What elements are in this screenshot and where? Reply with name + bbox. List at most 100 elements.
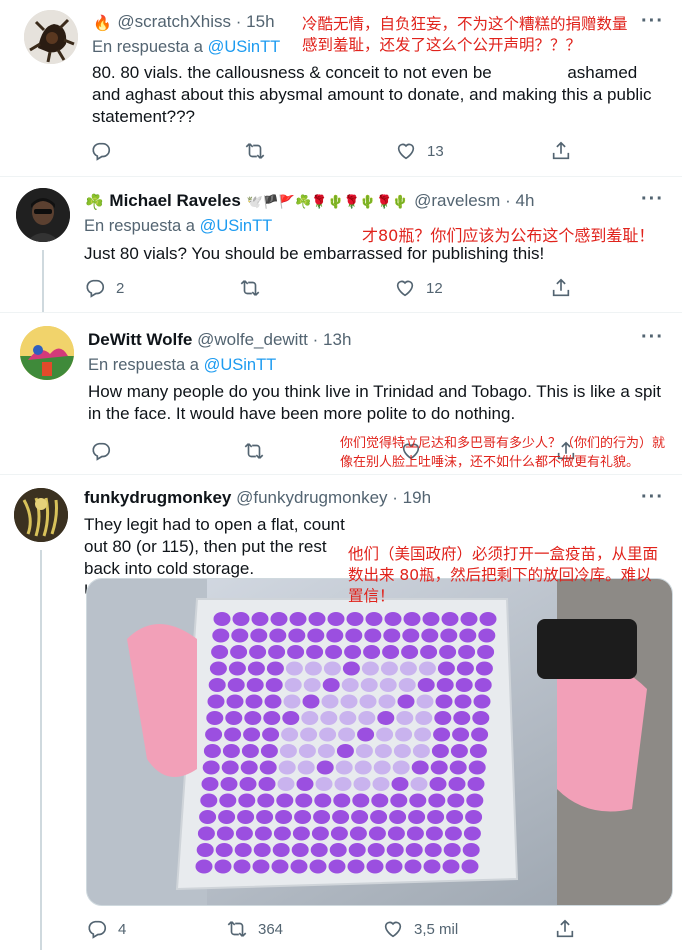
avatar[interactable]: [14, 488, 68, 542]
vial-cap: [327, 612, 345, 626]
avatar[interactable]: [24, 10, 78, 64]
timestamp[interactable]: 15h: [246, 12, 274, 31]
share-button[interactable]: [550, 140, 572, 162]
shamrock-emoji-icon: ☘️: [85, 193, 104, 211]
vial-cap: [429, 777, 447, 791]
fire-emoji-icon: 🔥: [93, 14, 112, 32]
like-count: 12: [426, 279, 443, 297]
tweet-text: Just 80 vials? You should be embarrassed…: [84, 244, 545, 263]
reply-button[interactable]: 4: [86, 918, 126, 940]
more-options-icon[interactable]: ···: [641, 10, 664, 33]
vial-cap: [268, 645, 286, 659]
vial-cap: [200, 793, 218, 808]
vial-cap: [285, 661, 303, 676]
timestamp[interactable]: 4h: [515, 191, 534, 210]
display-name[interactable]: funkydrugmonkey: [84, 488, 231, 507]
vial-cap: [422, 612, 440, 626]
vial-cap: [390, 793, 408, 808]
retweet-button[interactable]: [239, 277, 271, 299]
vial-cap: [450, 744, 468, 758]
vial-cap: [233, 859, 251, 874]
vial-cap: [202, 760, 220, 775]
vial-cap: [264, 694, 282, 709]
like-button[interactable]: 13: [395, 140, 444, 162]
vial-cap: [428, 793, 446, 808]
vial-cap: [395, 727, 413, 742]
vial-cap: [466, 793, 484, 808]
timestamp[interactable]: 13h: [323, 330, 351, 349]
vial-cap: [397, 694, 415, 709]
tweet[interactable]: 🔥 @scratchXhiss · 15h ··· En respuesta a…: [0, 0, 682, 177]
reply-button[interactable]: [90, 140, 122, 162]
vial-cap: [433, 727, 451, 742]
vial-cap: [235, 826, 253, 841]
vial-cap: [313, 810, 331, 824]
tweet[interactable]: ☘️ Michael Raveles 🕊️🏴🚩☘️🌹🌵🌹🌵🌹🌵 @raveles…: [0, 176, 682, 313]
vial-cap: [209, 661, 227, 676]
reply-button[interactable]: 2: [84, 277, 124, 299]
vial-cap: [279, 744, 297, 758]
more-options-icon[interactable]: ···: [641, 326, 664, 349]
vial-cap: [392, 760, 410, 775]
reply-button[interactable]: [90, 440, 122, 462]
tweet[interactable]: DeWitt Wolfe @wolfe_dewitt · 13h ··· En …: [0, 312, 682, 475]
vial-cap: [196, 843, 214, 857]
vial-cap: [227, 678, 245, 692]
user-handle[interactable]: @ravelesm: [414, 191, 500, 210]
like-button[interactable]: 12: [394, 277, 443, 299]
retweet-button[interactable]: 364: [226, 918, 283, 940]
share-button[interactable]: [550, 277, 572, 299]
vial-cap: [346, 612, 364, 626]
user-handle[interactable]: @scratchXhiss: [117, 12, 231, 31]
user-handle[interactable]: @wolfe_dewitt: [197, 330, 308, 349]
display-name[interactable]: DeWitt Wolfe: [88, 330, 192, 349]
vial-cap: [234, 843, 252, 857]
vial-cap: [311, 826, 329, 841]
vial-cap: [405, 843, 423, 857]
avatar[interactable]: [16, 188, 70, 242]
vial-cap: [380, 661, 398, 676]
user-handle[interactable]: @funkydrugmonkey: [236, 488, 387, 507]
vial-cap: [452, 727, 470, 742]
vial-cap: [449, 760, 467, 775]
vial-cap: [352, 793, 370, 808]
mention-link[interactable]: @USinTT: [204, 356, 277, 374]
vial-cap: [238, 793, 256, 808]
vial-cap: [208, 678, 226, 692]
vial-cap: [260, 744, 278, 758]
vial-cap: [317, 744, 335, 758]
like-button[interactable]: 3,5 mil: [382, 918, 458, 940]
vial-cap: [417, 678, 435, 692]
vial-cap: [444, 826, 462, 841]
vial-cap: [239, 777, 257, 791]
vial-cap: [329, 843, 347, 857]
vial-cap: [361, 661, 379, 676]
vial-cap: [448, 777, 466, 791]
vial-cap: [283, 694, 301, 709]
retweet-button[interactable]: [244, 140, 276, 162]
vial-cap: [244, 711, 262, 725]
vial-cap: [471, 727, 489, 742]
vial-cap: [277, 777, 295, 791]
vial-cap: [357, 727, 375, 742]
vial-cap: [367, 843, 385, 857]
avatar[interactable]: [20, 326, 74, 380]
more-options-icon[interactable]: ···: [641, 486, 664, 509]
tweet-text: 80. 80 vials. the callousness & conceit …: [92, 63, 657, 126]
mention-link[interactable]: @USinTT: [200, 217, 273, 235]
vial-cap: [475, 661, 493, 676]
timestamp[interactable]: 19h: [403, 488, 431, 507]
vial-cap: [469, 744, 487, 758]
vial-cap: [295, 793, 313, 808]
vial-cap: [423, 859, 441, 874]
retweet-icon: [243, 440, 265, 462]
more-options-icon[interactable]: ···: [641, 188, 664, 211]
vial-cap: [281, 727, 299, 742]
tweet-media-photo[interactable]: [86, 578, 673, 906]
like-count: 13: [427, 142, 444, 160]
vial-cap: [474, 678, 492, 692]
mention-link[interactable]: @USinTT: [208, 38, 281, 56]
retweet-button[interactable]: [243, 440, 275, 462]
display-name[interactable]: Michael Raveles: [109, 191, 240, 210]
share-button[interactable]: [554, 918, 576, 940]
